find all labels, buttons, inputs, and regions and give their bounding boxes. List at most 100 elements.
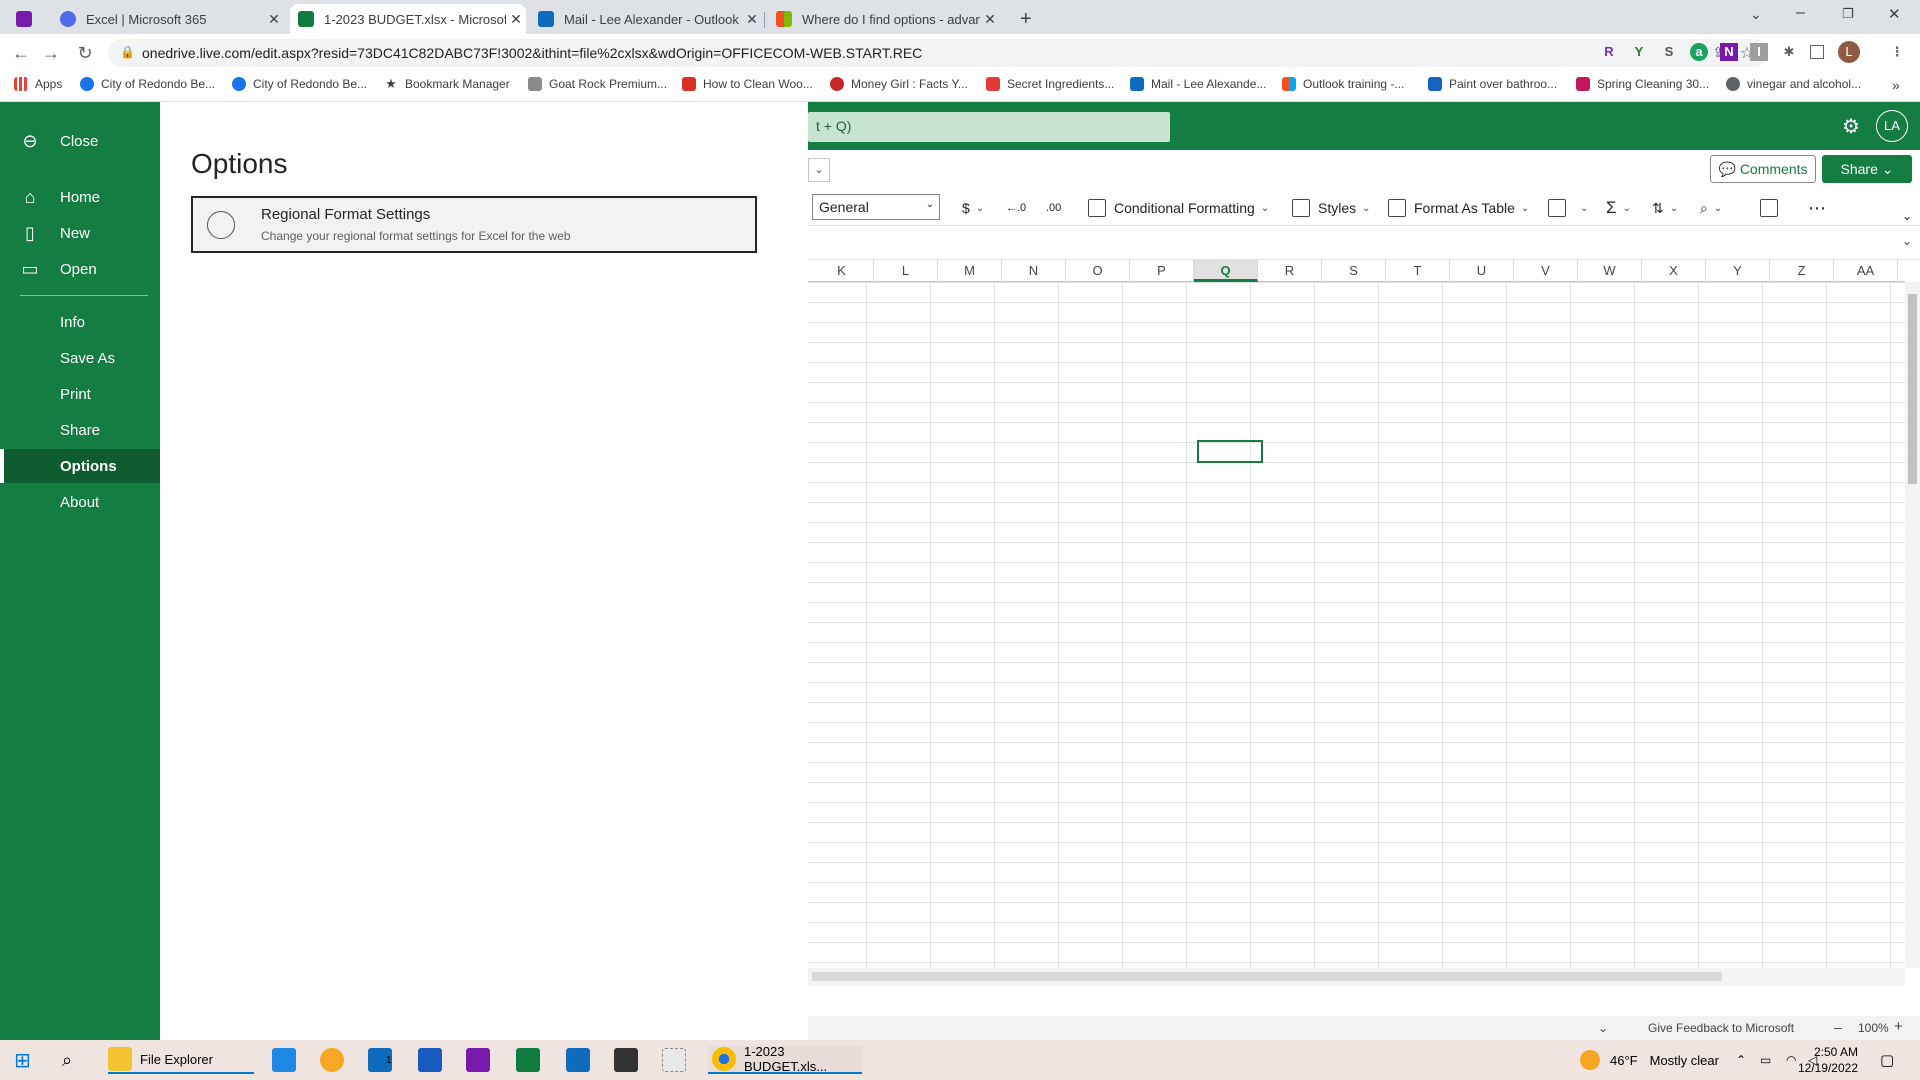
zoom-level[interactable]: 100%	[1858, 1021, 1889, 1035]
bookmark-item[interactable]: vinegar and alcohol...	[1726, 77, 1861, 91]
worksheet-grid[interactable]: K L M N O P Q R S T U V W X Y Z AA	[808, 260, 1905, 968]
tab-budget[interactable]: 1-2023 BUDGET.xlsx - Microsoft E ✕	[290, 4, 526, 34]
bookmark-item[interactable]: City of Redondo Be...	[232, 77, 367, 91]
close-tab-icon[interactable]: ✕	[742, 11, 762, 28]
nav-close[interactable]: ⊖ Close	[0, 124, 160, 158]
bookmark-apps[interactable]: Apps	[14, 77, 62, 91]
taskbar-word[interactable]	[418, 1046, 442, 1074]
taskbar-excel[interactable]	[516, 1046, 540, 1074]
horizontal-scrollbar[interactable]	[808, 968, 1905, 986]
search-box[interactable]: t + Q)	[808, 112, 1170, 142]
column-header[interactable]: S	[1322, 260, 1386, 282]
taskbar-snipping[interactable]	[662, 1046, 686, 1074]
bookmark-item[interactable]: ★ Bookmark Manager	[384, 77, 510, 92]
taskbar-edge[interactable]	[320, 1046, 344, 1074]
tab-options-help[interactable]: Where do I find options - advanc ✕	[768, 4, 1000, 34]
column-header[interactable]: U	[1450, 260, 1514, 282]
more-options-icon[interactable]: ⋯	[1808, 196, 1826, 220]
nav-save-as[interactable]: Save As	[0, 341, 160, 375]
styles-button[interactable]: Styles ⌄	[1292, 196, 1371, 220]
column-header[interactable]: K	[810, 260, 874, 282]
taskbar-chrome-window[interactable]: 1-2023 BUDGET.xls...	[708, 1044, 862, 1074]
tab-onenote[interactable]	[8, 4, 48, 34]
taskbar-outlook[interactable]	[566, 1046, 590, 1074]
column-header[interactable]: L	[874, 260, 938, 282]
bookmark-item[interactable]: City of Redondo Be...	[80, 77, 215, 91]
increase-decimal-icon[interactable]: ←.0	[1006, 196, 1026, 220]
column-header[interactable]: V	[1514, 260, 1578, 282]
new-tab-button[interactable]: +	[1012, 4, 1042, 34]
side-panel-icon[interactable]	[1810, 45, 1824, 59]
vertical-scrollbar[interactable]	[1905, 282, 1920, 968]
nav-options[interactable]: Options	[0, 449, 160, 483]
nav-home[interactable]: ⌂ Home	[0, 180, 160, 214]
nav-about[interactable]: About	[0, 485, 160, 519]
bookmark-item[interactable]: Spring Cleaning 30...	[1576, 77, 1709, 91]
regional-format-settings-button[interactable]: Regional Format Settings Change your reg…	[191, 196, 757, 253]
nav-print[interactable]: Print	[0, 377, 160, 411]
column-header[interactable]: R	[1258, 260, 1322, 282]
zoom-out-icon[interactable]: –	[1834, 1019, 1842, 1035]
sort-filter-button[interactable]: ⇅ ⌄	[1652, 196, 1678, 220]
chevron-down-icon[interactable]: ⌄	[808, 158, 830, 182]
nav-share[interactable]: Share	[0, 413, 160, 447]
column-header[interactable]: X	[1642, 260, 1706, 282]
column-header[interactable]: P	[1130, 260, 1194, 282]
notifications-icon[interactable]: ▢	[1880, 1046, 1894, 1074]
formula-bar[interactable]: ⌄	[808, 226, 1920, 260]
collapse-ribbon-icon[interactable]: ⌄	[1902, 204, 1912, 228]
number-format-select[interactable]: General ⌄	[812, 194, 940, 220]
taskbar-onenote[interactable]	[466, 1046, 490, 1074]
nav-info[interactable]: Info	[0, 305, 160, 339]
decrease-decimal-icon[interactable]: .00	[1046, 196, 1061, 220]
close-tab-icon[interactable]: ✕	[264, 11, 284, 28]
active-cell[interactable]	[1197, 440, 1263, 463]
battery-icon[interactable]: ▭	[1760, 1046, 1771, 1074]
bookmark-item[interactable]: How to Clean Woo...	[682, 77, 813, 91]
scroll-thumb[interactable]	[812, 972, 1722, 981]
zoom-in-icon[interactable]: +	[1894, 1018, 1903, 1035]
restore-icon[interactable]: ❐	[1842, 6, 1854, 22]
url-text[interactable]: onedrive.live.com/edit.aspx?resid=73DC41…	[142, 45, 922, 61]
omnibox[interactable]: 🔒 onedrive.live.com/edit.aspx?resid=73DC…	[108, 39, 1768, 67]
taskbar-sticky-notes[interactable]	[614, 1046, 638, 1074]
column-header[interactable]: M	[938, 260, 1002, 282]
window-close-icon[interactable]: ✕	[1888, 5, 1901, 23]
bookmark-item[interactable]: Goat Rock Premium...	[528, 77, 667, 91]
more-bookmarks-icon[interactable]: »	[1892, 77, 1900, 93]
cell-area[interactable]	[808, 282, 1905, 968]
find-button[interactable]: ⌕ ⌄	[1700, 196, 1722, 220]
bookmark-item[interactable]: Secret Ingredients...	[986, 77, 1114, 91]
profile-avatar[interactable]: L	[1838, 41, 1860, 63]
reload-icon[interactable]: ↻	[72, 40, 98, 66]
extension-grammarly-icon[interactable]: a	[1690, 43, 1708, 61]
column-header[interactable]: Q	[1194, 260, 1258, 282]
feedback-link[interactable]: Give Feedback to Microsoft	[1648, 1021, 1794, 1035]
bookmark-item[interactable]: Paint over bathroo...	[1428, 77, 1557, 91]
column-header[interactable]: T	[1386, 260, 1450, 282]
taskbar-file-explorer[interactable]: File Explorer	[108, 1046, 254, 1074]
format-as-table-button[interactable]: Format As Table ⌄	[1388, 196, 1529, 220]
column-header[interactable]: AA	[1834, 260, 1898, 282]
scroll-thumb[interactable]	[1908, 294, 1917, 484]
insert-cells-button[interactable]: ⌄	[1548, 196, 1588, 220]
column-header[interactable]: N	[1002, 260, 1066, 282]
extension-onenote-icon[interactable]: N	[1720, 43, 1738, 61]
currency-button[interactable]: $ ⌄	[962, 196, 984, 220]
expand-formula-icon[interactable]: ⌄	[1902, 234, 1912, 248]
settings-gear-icon[interactable]: ⚙	[1842, 114, 1860, 139]
nav-open[interactable]: ▭ Open	[0, 252, 160, 286]
share-button[interactable]: Share ⌄	[1822, 155, 1912, 183]
bookmark-item[interactable]: Money Girl : Facts Y...	[830, 77, 968, 91]
conditional-formatting-button[interactable]: Conditional Formatting ⌄	[1088, 196, 1269, 220]
column-header[interactable]: W	[1578, 260, 1642, 282]
forward-icon[interactable]: →	[38, 40, 64, 66]
close-tab-icon[interactable]: ✕	[506, 11, 526, 28]
extensions-puzzle-icon[interactable]: ✱	[1780, 43, 1798, 61]
windows-start-icon[interactable]: ⊞	[14, 1046, 31, 1074]
extension-s-icon[interactable]: S	[1660, 43, 1678, 61]
show-hidden-icons[interactable]: ⌃	[1736, 1046, 1746, 1074]
tab-outlook-mail[interactable]: Mail - Lee Alexander - Outlook ✕	[530, 4, 762, 34]
extension-r-icon[interactable]: R	[1600, 43, 1618, 61]
chrome-menu-icon[interactable]: ⋮	[1888, 43, 1906, 61]
